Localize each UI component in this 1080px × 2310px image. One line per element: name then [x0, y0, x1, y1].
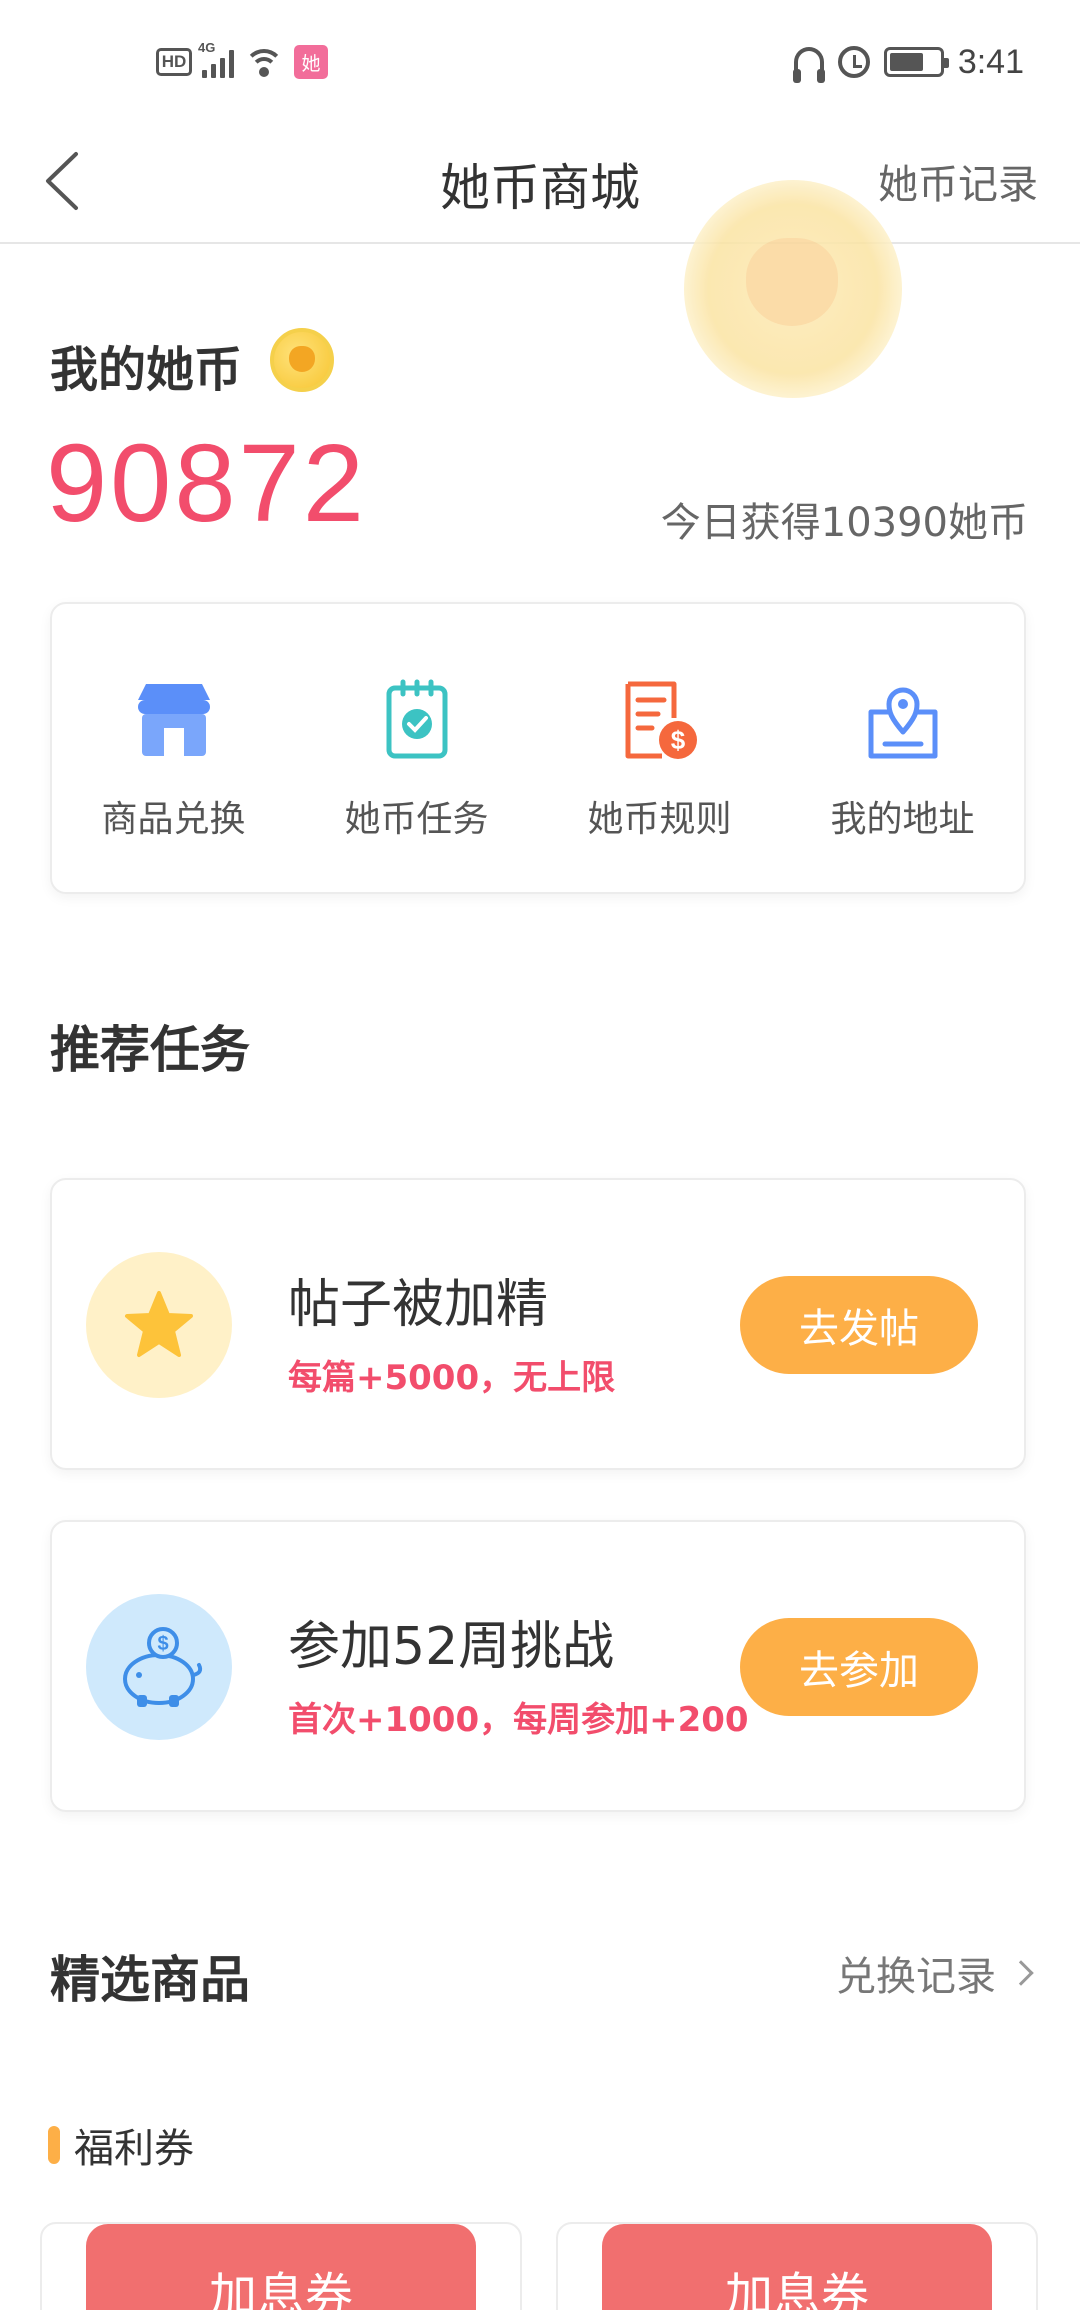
svg-text:$: $ — [157, 1633, 168, 1655]
task-card-52-week-challenge: $ 参加52周挑战 首次+1000，每周参加+200 去参加 — [50, 1520, 1026, 1812]
product-card[interactable]: 加息券 — [40, 2222, 522, 2310]
coin-balance: 90872 — [46, 422, 367, 545]
task-clipboard-icon — [386, 679, 447, 759]
menu-item-tasks[interactable]: 她币任务 — [295, 604, 538, 892]
go-join-button[interactable]: 去参加 — [740, 1618, 978, 1716]
address-pin-icon — [868, 687, 937, 759]
menu-label-exchange: 商品兑换 — [101, 799, 246, 840]
menu-item-address[interactable]: 我的地址 — [781, 604, 1024, 892]
app-notification-icon: 她 — [294, 45, 328, 79]
headphones-icon — [792, 47, 825, 83]
exchange-history-link[interactable]: 兑换记录 — [836, 1944, 1034, 2002]
network-type-label: 4G — [198, 40, 216, 55]
menu-item-rules[interactable]: $ 她币规则 — [538, 604, 781, 892]
decorative-coin-icon — [684, 180, 902, 398]
task-icon-bg — [86, 1252, 232, 1398]
task-title: 参加52周挑战 — [288, 1617, 615, 1677]
store-icon — [137, 684, 210, 756]
my-coins-label: 我的她币 — [50, 342, 243, 398]
category-marker — [48, 2126, 60, 2164]
exchange-history-label: 兑换记录 — [836, 1954, 996, 2000]
task-icon-bg: $ — [86, 1594, 232, 1740]
status-time: 3:41 — [957, 42, 1024, 81]
hd-icon: HD — [156, 48, 192, 76]
today-earned-text: 今日获得10390她币 — [660, 500, 1028, 546]
piggy-bank-icon: $ — [123, 1627, 203, 1707]
status-right-icons: 3:41 — [792, 40, 1024, 84]
task-reward: 每篇+5000，无上限 — [288, 1358, 616, 1398]
coin-history-link[interactable]: 她币记录 — [878, 152, 1038, 210]
coupon-ticket: 加息券 — [86, 2224, 476, 2310]
menu-label-tasks: 她币任务 — [344, 799, 489, 840]
rules-document-icon: $ — [625, 681, 697, 759]
wifi-icon — [244, 45, 284, 79]
battery-icon — [883, 47, 949, 77]
category-header: 福利券 — [48, 2116, 194, 2174]
alarm-icon — [837, 46, 870, 78]
task-reward: 首次+1000，每周参加+200 — [288, 1700, 749, 1740]
featured-products-title: 精选商品 — [50, 1951, 250, 2009]
chevron-right-icon — [1008, 1960, 1034, 1986]
menu-label-address: 我的地址 — [830, 799, 975, 840]
recommended-tasks-title: 推荐任务 — [50, 1021, 250, 1079]
svg-text:$: $ — [670, 725, 685, 755]
menu-item-exchange[interactable]: 商品兑换 — [52, 604, 295, 892]
task-card-featured-post: 帖子被加精 每篇+5000，无上限 去发帖 — [50, 1178, 1026, 1470]
quick-menu-card: 商品兑换 她币任务 $ 她币规则 我的地址 — [50, 602, 1026, 894]
product-card[interactable]: 加息券 — [556, 2222, 1038, 2310]
go-post-button[interactable]: 去发帖 — [740, 1276, 978, 1374]
coin-icon — [270, 328, 334, 392]
status-bar: HD 4G 她 3:41 — [0, 0, 1080, 118]
status-left-icons: HD 4G 她 — [156, 40, 328, 84]
category-label: 福利券 — [74, 2126, 194, 2172]
cell-signal-icon: 4G — [198, 40, 234, 78]
menu-label-rules: 她币规则 — [587, 799, 732, 840]
coupon-ticket: 加息券 — [602, 2224, 992, 2310]
star-icon — [125, 1291, 193, 1357]
nav-bar: 她币商城 她币记录 — [0, 118, 1080, 244]
task-title: 帖子被加精 — [288, 1275, 549, 1335]
